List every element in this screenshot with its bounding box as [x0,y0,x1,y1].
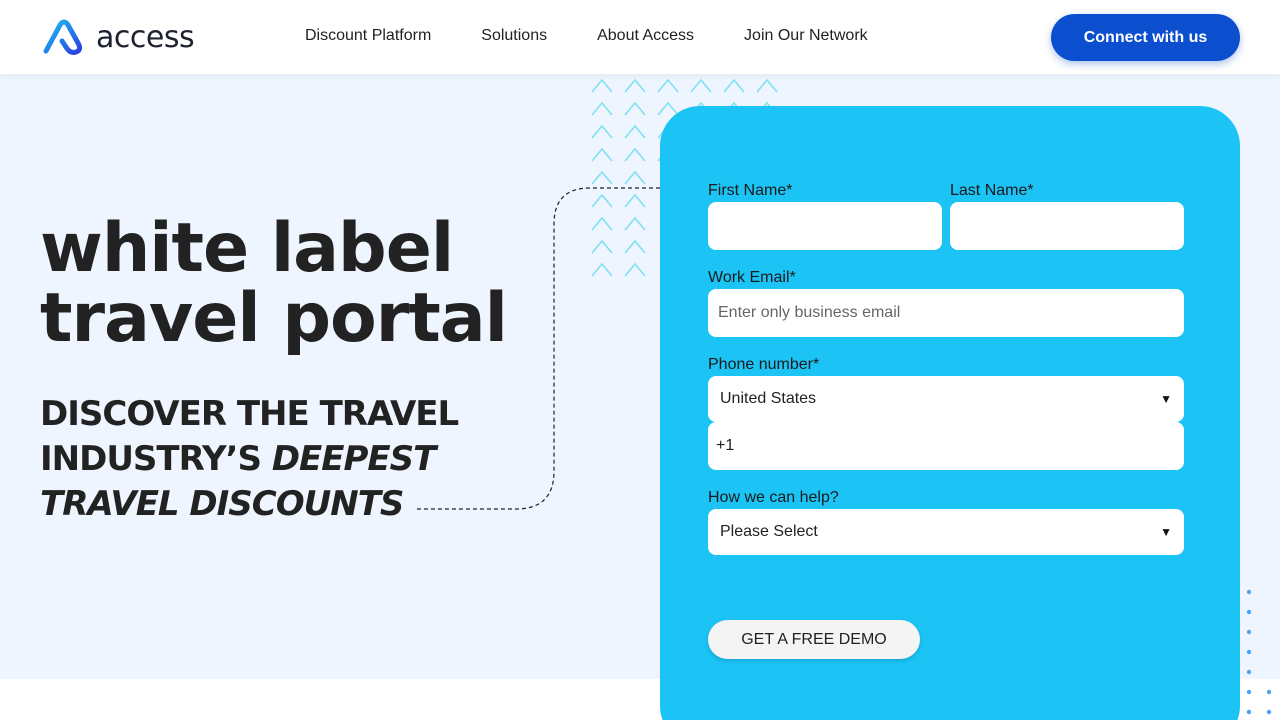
chevron-down-icon: ▼ [1160,392,1172,406]
last-name-label: Last Name* [950,182,1034,199]
work-email-label: Work Email* [708,269,796,286]
main-nav: Discount Platform Solutions About Access… [305,27,918,45]
first-name-field[interactable] [708,202,942,250]
country-select-value: United States [720,390,817,407]
connect-button[interactable]: Connect with us [1051,14,1240,61]
nav-discount-platform[interactable]: Discount Platform [305,27,431,45]
hero-title: white label travel portal [40,209,508,358]
country-select[interactable]: United States ▼ [708,376,1184,422]
site-header: access Discount Platform Solutions About… [0,0,1280,74]
phone-number-value: +1 [716,437,735,454]
brand-name: access [96,19,195,55]
first-name-label: First Name* [708,182,793,199]
nav-join-network[interactable]: Join Our Network [744,27,868,45]
phone-number-label: Phone number* [708,356,820,373]
work-email-field[interactable] [708,289,1184,337]
phone-number-field[interactable]: +1 [708,422,1184,470]
logo[interactable]: access [42,17,195,57]
help-label: How we can help? [708,489,839,506]
chevron-down-icon: ▼ [1160,525,1172,539]
help-select[interactable]: Please Select ▼ [708,509,1184,555]
demo-form-card: First Name* Last Name* Work Email* Phone… [660,106,1240,720]
nav-about-access[interactable]: About Access [597,27,694,45]
last-name-field[interactable] [950,202,1184,250]
hero-title-line2: travel portal [40,279,508,358]
access-logo-icon [43,19,83,55]
hero-subtitle: DISCOVER THE TRAVEL INDUSTRY’S DEEPEST T… [40,392,500,527]
dot-pattern-decoration [1246,589,1272,715]
help-select-value: Please Select [720,523,818,540]
get-free-demo-button[interactable]: GET A FREE DEMO [708,620,920,659]
hero-title-line1: white label [40,209,454,288]
nav-solutions[interactable]: Solutions [481,27,547,45]
